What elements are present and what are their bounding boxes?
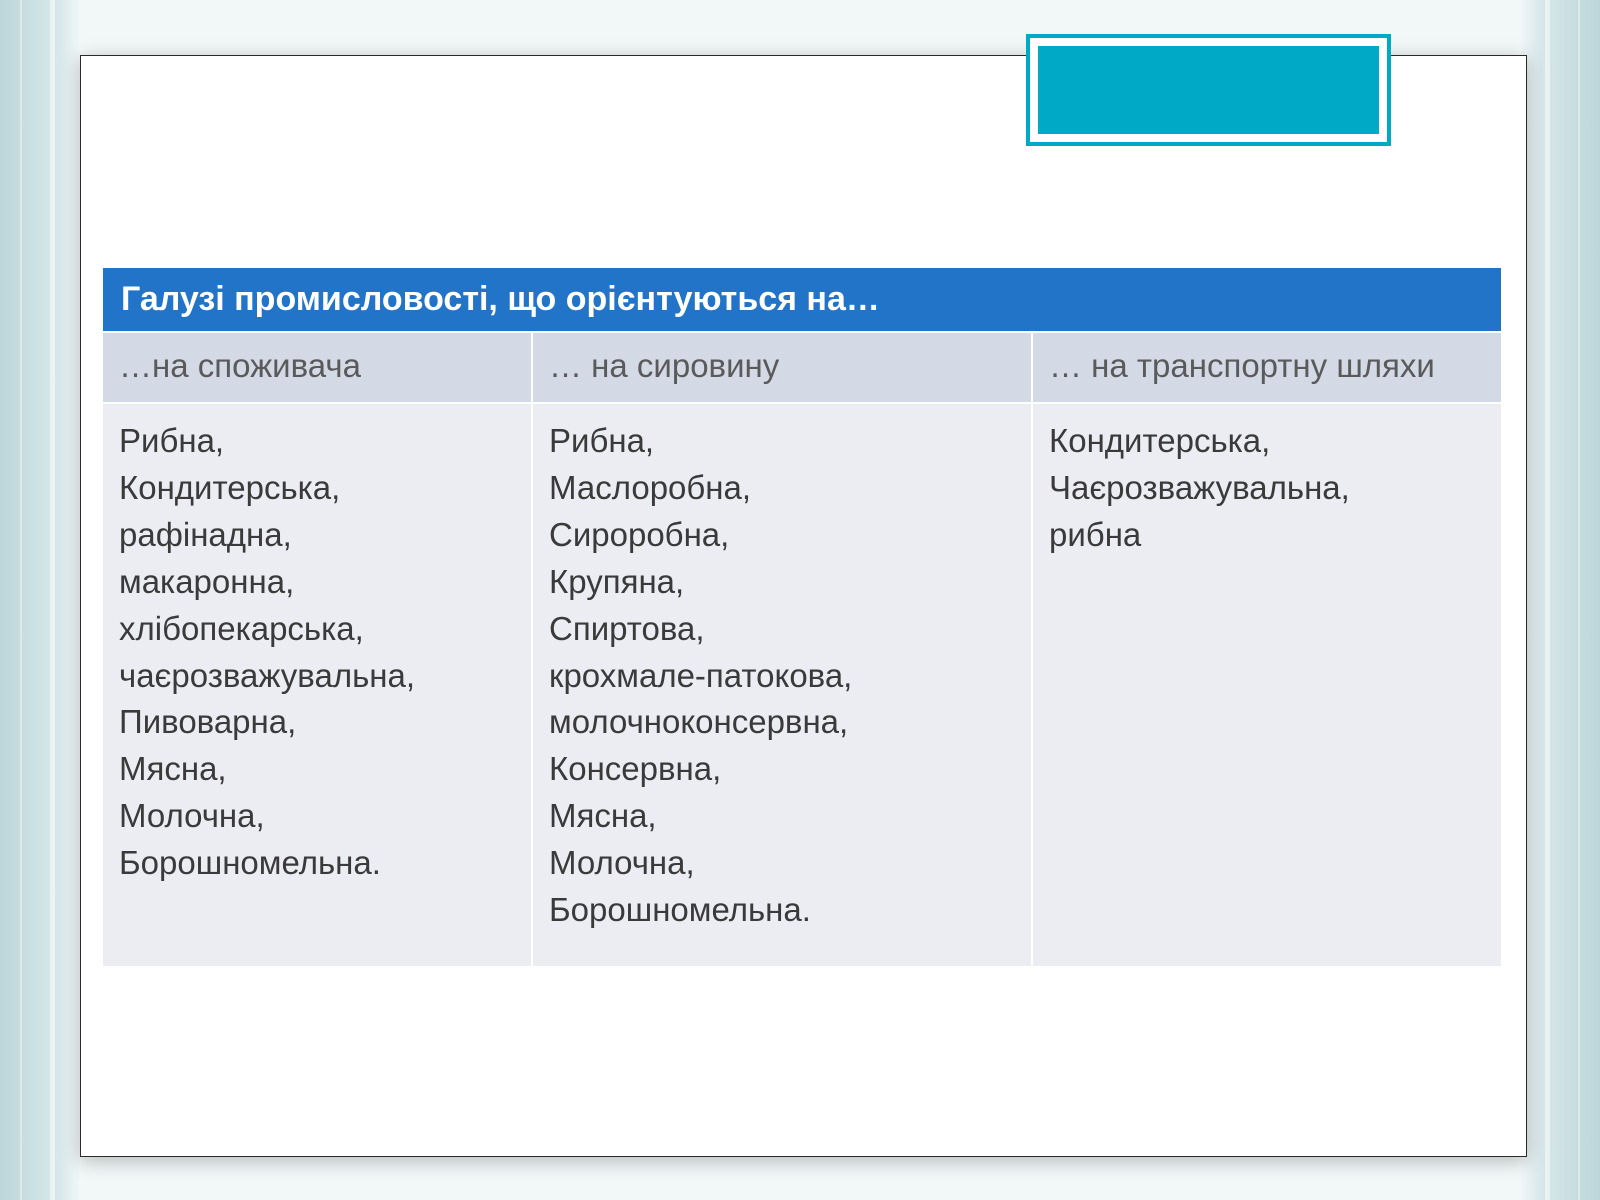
text-line: Кондитерська, [1049,418,1485,465]
cell-consumer: Рибна,Кондитерська,рафінадна,макаронна,х… [102,403,532,966]
text-line: Крупяна, [549,559,1015,606]
cell-transport-lines: Кондитерська,Чаєрозважувальна,рибна [1049,418,1485,559]
decoration-box-outer [1026,34,1391,146]
column-header-consumer: …на споживача [102,332,532,403]
text-line: Молочна, [119,793,515,840]
text-line: Спиртова, [549,606,1015,653]
cell-consumer-lines: Рибна,Кондитерська,рафінадна,макаронна,х… [119,418,515,887]
text-line: Пивоварна, [119,699,515,746]
column-header-raw-material: … на сировину [532,332,1032,403]
text-line: Консервна, [549,746,1015,793]
text-line: Рибна, [119,418,515,465]
cell-raw-material-lines: Рибна,Маслоробна,Сироробна,Крупяна,Спирт… [549,418,1015,933]
decoration-box-inner [1038,46,1379,134]
text-line: рибна [1049,512,1485,559]
text-line: Молочна, [549,840,1015,887]
cell-transport: Кондитерська,Чаєрозважувальна,рибна [1032,403,1502,966]
text-line: Чаєрозважувальна, [1049,465,1485,512]
text-line: Кондитерська, [119,465,515,512]
text-line: Мясна, [549,793,1015,840]
industries-table: Галузі промисловості, що орієнтуються на… [101,266,1503,968]
text-line: Борошномельна. [119,840,515,887]
text-line: макаронна, [119,559,515,606]
text-line: Сироробна, [549,512,1015,559]
text-line: молочноконсервна, [549,699,1015,746]
text-line: Борошномельна. [549,887,1015,934]
text-line: крохмале-патокова, [549,653,1015,700]
cell-raw-material: Рибна,Маслоробна,Сироробна,Крупяна,Спирт… [532,403,1032,966]
text-line: хлібопекарська, [119,606,515,653]
column-header-transport: … на транспортну шляхи [1032,332,1502,403]
text-line: чаєрозважувальна, [119,653,515,700]
text-line: Маслоробна, [549,465,1015,512]
slide-card: Галузі промисловості, що орієнтуються на… [80,55,1527,1157]
text-line: рафінадна, [119,512,515,559]
text-line: Рибна, [549,418,1015,465]
table-title: Галузі промисловості, що орієнтуються на… [102,267,1502,332]
text-line: Мясна, [119,746,515,793]
